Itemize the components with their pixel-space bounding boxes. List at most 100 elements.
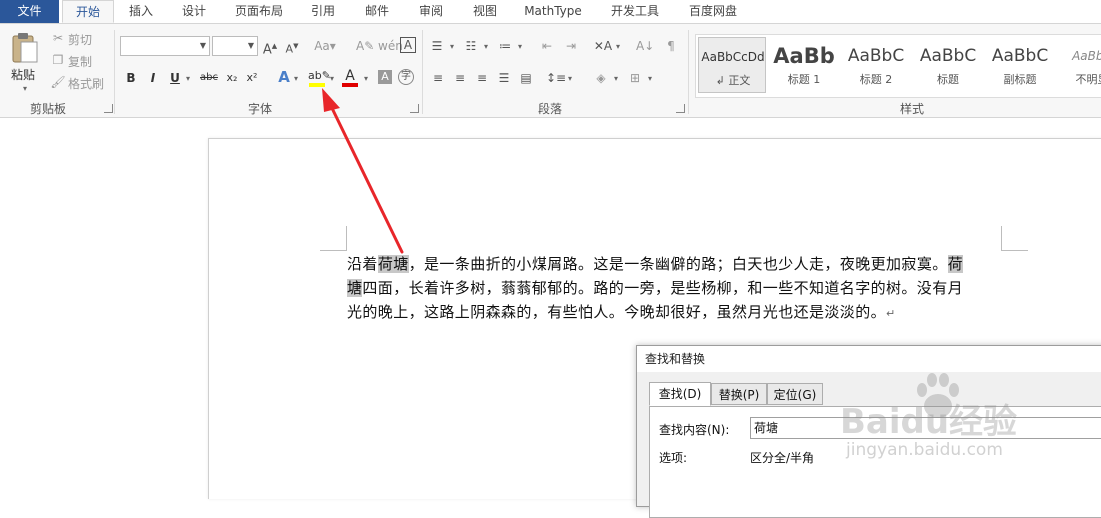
highlight-color-bar [309, 83, 325, 87]
clipboard-dialog-launcher-icon[interactable] [104, 104, 113, 113]
format-painter-label: 格式刷 [68, 77, 105, 91]
text-effects-icon[interactable]: A [276, 69, 292, 85]
tab-design[interactable]: 设计 [172, 0, 216, 23]
increase-indent-icon[interactable]: ⇥ [562, 38, 580, 54]
paragraph-dialog-launcher-icon[interactable] [676, 104, 685, 113]
highlighted-match: 荷塘 [377, 255, 409, 273]
numbering-icon[interactable]: ☷ [462, 38, 480, 54]
tab-review[interactable]: 审阅 [408, 0, 454, 23]
tab-insert[interactable]: 插入 [118, 0, 164, 23]
style-title[interactable]: AaBbC 标题 [914, 37, 982, 93]
style-name: 标题 1 [787, 73, 821, 86]
chevron-down-icon[interactable]: ▾ [518, 42, 522, 52]
change-case-icon[interactable]: Aa▾ [312, 38, 338, 54]
enclose-characters-icon[interactable]: 字 [398, 69, 414, 85]
text-line: 塘四面，长着许多树，蓊蓊郁郁的。路的一旁，是些杨柳，和一些不知道名字的树。没有月 [347, 276, 1003, 300]
shrink-font-icon[interactable]: A▼ [284, 38, 300, 58]
highlighted-match: 荷 [947, 255, 964, 273]
subscript-button[interactable]: x₂ [224, 70, 240, 86]
style-subtitle[interactable]: AaBbC 副标题 [986, 37, 1054, 93]
clear-formatting-icon[interactable]: A✎ [356, 38, 374, 54]
phonetic-guide-icon[interactable]: wén [378, 38, 403, 54]
distributed-icon[interactable]: ▤ [518, 70, 534, 86]
format-painter-button[interactable]: 🖌 格式刷 [50, 74, 114, 92]
align-right-icon[interactable]: ≡ [474, 70, 490, 86]
chevron-down-icon[interactable]: ▾ [568, 74, 572, 84]
chevron-down-icon[interactable]: ▾ [294, 74, 298, 84]
style-normal[interactable]: AaBbCcDd ↲ 正文 [698, 37, 766, 93]
chevron-down-icon[interactable]: ▾ [330, 74, 334, 84]
chevron-down-icon[interactable]: ▾ [186, 74, 190, 84]
font-color-bar [342, 83, 358, 87]
grow-font-icon[interactable]: A▲ [262, 38, 278, 58]
find-what-input[interactable]: 荷塘 [750, 417, 1101, 439]
font-dialog-launcher-icon[interactable] [410, 104, 419, 113]
decrease-indent-icon[interactable]: ⇤ [538, 38, 556, 54]
tab-baidu-netdisk[interactable]: 百度网盘 [680, 0, 746, 23]
tab-mathtype[interactable]: MathType [518, 0, 588, 23]
dialog-titlebar[interactable]: 查找和替换 [637, 346, 1101, 372]
tab-find[interactable]: 查找(D) [649, 382, 711, 406]
strikethrough-button[interactable]: abc [198, 70, 220, 86]
asian-layout-icon[interactable]: ✕A [592, 38, 614, 54]
font-name-combo[interactable]: ▼ [120, 36, 210, 56]
font-color-icon: A [345, 68, 355, 84]
find-replace-dialog: 查找和替换 查找(D) 替换(P) 定位(G) 查找内容(N): 荷塘 选项: … [636, 345, 1101, 518]
character-shading-icon[interactable]: A [378, 70, 392, 84]
document-body-text[interactable]: 沿着荷塘，是一条曲折的小煤屑路。这是一条幽僻的路；白天也少人走，夜晚更加寂寞。荷… [347, 252, 1003, 326]
style-name: ↲ 正文 [715, 74, 751, 87]
tab-view[interactable]: 视图 [462, 0, 508, 23]
chevron-down-icon: ▼ [247, 41, 254, 50]
text-line: 光的晚上，这路上阴森森的，有些怕人。今晚却很好，虽然月光也还是淡淡的。↵ [347, 300, 1003, 326]
justify-icon[interactable]: ☰ [496, 70, 512, 86]
paste-button[interactable]: 粘贴 ▾ [6, 32, 44, 93]
chevron-down-icon[interactable]: ▾ [614, 74, 618, 84]
underline-button[interactable]: U [168, 70, 182, 86]
paragraph-mark-icon: ↵ [886, 307, 896, 320]
cut-button[interactable]: ✂ 剪切 [50, 30, 110, 48]
tab-home[interactable]: 开始 [62, 0, 114, 23]
show-marks-icon[interactable]: ¶ [664, 38, 678, 54]
font-color-button[interactable]: A [342, 68, 360, 88]
style-name: 不明显 [1075, 73, 1101, 86]
tab-developer[interactable]: 开发工具 [602, 0, 668, 23]
superscript-button[interactable]: x² [244, 70, 260, 86]
style-preview: AaBbCcDd [701, 50, 765, 64]
style-subtle[interactable]: AaBbC 不明显 [1058, 37, 1101, 93]
style-heading-2[interactable]: AaBbC 标题 2 [842, 37, 910, 93]
font-size-combo[interactable]: ▼ [212, 36, 258, 56]
chevron-down-icon[interactable]: ▾ [648, 74, 652, 84]
bold-button[interactable]: B [124, 70, 138, 86]
style-name: 副标题 [1003, 73, 1037, 86]
crop-mark [346, 226, 347, 251]
italic-button[interactable]: I [146, 70, 160, 86]
chevron-down-icon[interactable]: ▾ [484, 42, 488, 52]
styles-gallery: AaBbCcDd ↲ 正文 AaBb 标题 1 AaBbC 标题 2 AaBbC… [695, 34, 1101, 98]
tab-goto[interactable]: 定位(G) [767, 383, 823, 405]
style-heading-1[interactable]: AaBb 标题 1 [770, 37, 838, 93]
bullets-icon[interactable]: ☰ [428, 38, 446, 54]
chevron-down-icon[interactable]: ▾ [364, 74, 368, 84]
sort-icon[interactable]: A↓ [636, 38, 654, 54]
shading-bucket-icon[interactable]: ◈ [592, 70, 610, 86]
crop-mark [1001, 250, 1028, 251]
borders-icon[interactable]: ⊞ [626, 70, 644, 86]
style-preview: AaBbC [847, 46, 905, 66]
align-left-icon[interactable]: ≡ [430, 70, 446, 86]
tab-references[interactable]: 引用 [300, 0, 346, 23]
chevron-down-icon[interactable]: ▾ [616, 42, 620, 52]
tab-page-layout[interactable]: 页面布局 [228, 0, 290, 23]
tab-replace[interactable]: 替换(P) [711, 383, 767, 405]
line-spacing-icon[interactable]: ↕≡ [546, 70, 566, 86]
multilevel-list-icon[interactable]: ≔ [496, 38, 514, 54]
highlight-color-button[interactable]: ab✎ [308, 68, 331, 88]
align-center-icon[interactable]: ≡ [452, 70, 468, 86]
crop-mark [320, 250, 347, 251]
paste-label: 粘贴 [11, 68, 36, 82]
tab-mailings[interactable]: 邮件 [354, 0, 400, 23]
tab-file[interactable]: 文件 [0, 0, 59, 23]
character-border-icon[interactable]: A [400, 37, 416, 53]
styles-group-label: 样式 [900, 102, 925, 116]
copy-button[interactable]: ❐ 复制 [50, 52, 110, 70]
chevron-down-icon[interactable]: ▾ [450, 42, 454, 52]
